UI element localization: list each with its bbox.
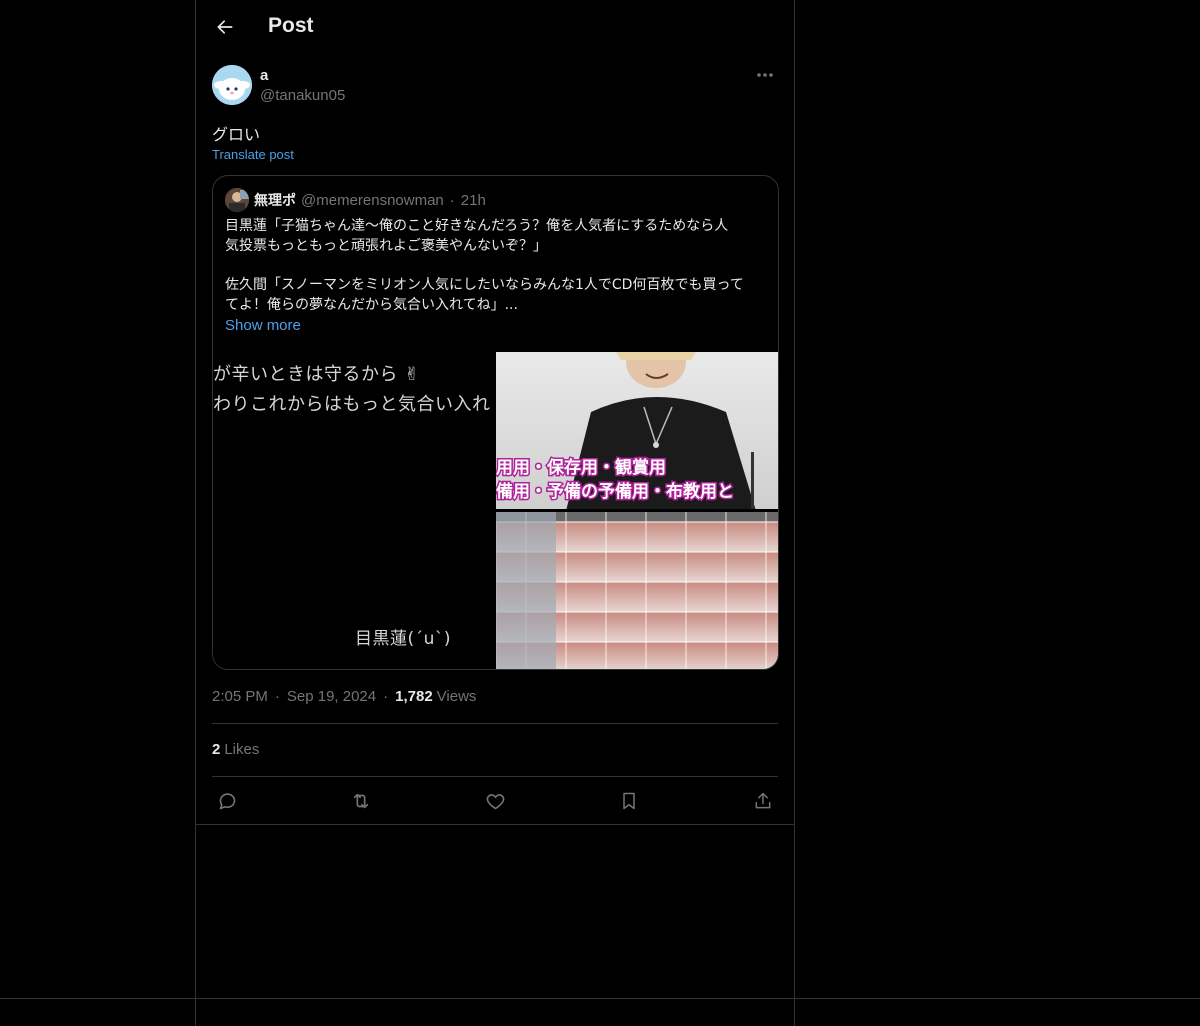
- translate-post-link[interactable]: Translate post: [212, 147, 294, 162]
- page-header: Post: [196, 0, 794, 53]
- photo-image: 用用・保存用・観賞用 備用・予備の予備用・布教用と: [496, 352, 778, 669]
- quoted-avatar: [225, 188, 249, 212]
- bookmark-icon: [623, 792, 635, 810]
- page-title: Post: [268, 14, 314, 37]
- action-bar: [212, 786, 778, 816]
- main-column: Post a @tanakun05 グロい Translate post 無理ポ…: [195, 0, 795, 1026]
- post-time[interactable]: 2:05 PM: [212, 688, 268, 705]
- post-date[interactable]: Sep 19, 2024: [287, 688, 376, 705]
- share-icon: [755, 792, 771, 809]
- arrow-left-icon: [217, 20, 233, 34]
- quoted-handle: @memerensnowman: [301, 191, 444, 209]
- quoted-text-line: てよ！俺らの夢なんだから気合い入れてね」...: [225, 297, 518, 313]
- repost-button[interactable]: [346, 786, 376, 816]
- post-author: a @tanakun05: [212, 65, 778, 107]
- like-button[interactable]: [480, 786, 510, 816]
- quoted-post-header: 無理ポ @memerensnowman · 21h: [225, 188, 486, 212]
- separator-dot: ·: [383, 688, 389, 705]
- divider: [196, 824, 794, 825]
- photo-avatar-icon: [225, 188, 249, 212]
- share-button[interactable]: [748, 786, 778, 816]
- views-label: Views: [436, 688, 477, 705]
- media-caption: 目黒蓮(´u`): [355, 629, 452, 649]
- divider: [212, 723, 778, 724]
- quoted-post[interactable]: 無理ポ @memerensnowman · 21h 目黒蓮「子猫ちゃん達〜俺のこ…: [212, 175, 779, 670]
- divider: [0, 998, 1200, 999]
- quoted-display-name: 無理ポ: [254, 193, 296, 209]
- author-handle[interactable]: @tanakun05: [260, 87, 345, 104]
- quoted-text: 目黒蓮「子猫ちゃん達〜俺のこと好きなんだろう？俺を人気者にするためなら人 気投票…: [225, 216, 770, 315]
- media-overlay-text: 用用・保存用・観賞用: [496, 457, 666, 478]
- bookmark-button[interactable]: [614, 786, 644, 816]
- quoted-text-line: 目黒蓮「子猫ちゃん達〜俺のこと好きなんだろう？俺を人気者にするためなら人: [225, 218, 729, 234]
- author-display-name[interactable]: a: [260, 67, 268, 84]
- quoted-media-right[interactable]: 用用・保存用・観賞用 備用・予備の予備用・布教用と: [496, 352, 778, 669]
- separator-dot: ·: [274, 688, 280, 705]
- reply-icon: [219, 792, 235, 809]
- quoted-media-left[interactable]: が辛いときは守るから ✌ わりこれからはもっと気合い入れ 目黒蓮(´u`): [213, 352, 496, 669]
- divider: [212, 776, 778, 777]
- show-more-link[interactable]: Show more: [225, 317, 301, 334]
- likes-count[interactable]: 2 Likes: [212, 741, 259, 758]
- post-meta: 2:05 PM · Sep 19, 2024 · 1,782 Views: [212, 688, 476, 705]
- media-caption: が辛いときは守るから ✌: [213, 364, 420, 385]
- likes-number: 2: [212, 741, 221, 758]
- media-caption: わりこれからはもっと気合い入れ: [213, 394, 491, 415]
- repost-icon: [353, 793, 369, 809]
- quoted-text-line: 気投票もっともっと頑張れよご褒美やんないぞ？」: [225, 238, 547, 254]
- media-overlay-text: 備用・予備の予備用・布教用と: [496, 481, 734, 502]
- likes-label: Likes: [224, 741, 260, 758]
- heart-icon: [486, 793, 504, 809]
- quoted-time: 21h: [460, 191, 486, 209]
- avatar[interactable]: [212, 65, 252, 105]
- post-text: グロい: [212, 125, 261, 144]
- quoted-text-line: 佐久間「スノーマンをミリオン人気にしたいならみんな1人でCD何百枚でも買って: [225, 277, 744, 293]
- back-button[interactable]: [208, 10, 242, 44]
- more-horizontal-icon: [757, 73, 773, 77]
- more-button[interactable]: [752, 65, 778, 85]
- cartoon-avatar-icon: [212, 65, 252, 105]
- views-count: 1,782: [395, 688, 433, 705]
- reply-button[interactable]: [212, 786, 242, 816]
- separator-dot: ·: [449, 191, 455, 209]
